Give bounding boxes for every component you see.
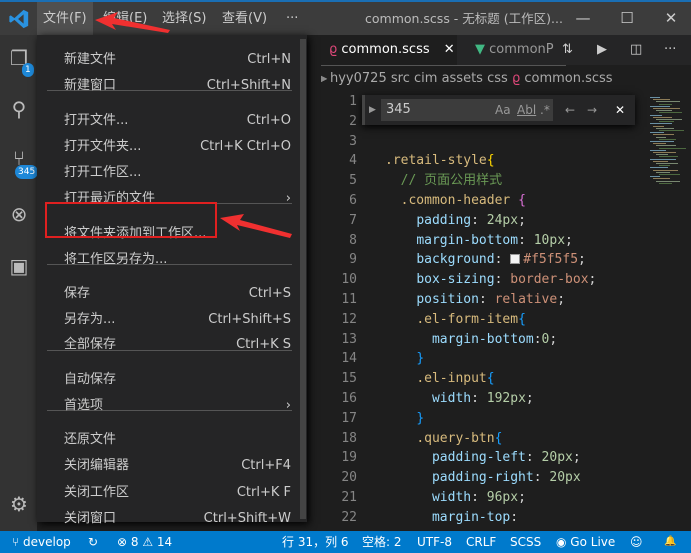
annotation-overlay <box>45 12 292 238</box>
highlight-box <box>45 202 217 238</box>
arrow-annotation <box>220 214 292 238</box>
arrow-annotation <box>95 12 170 33</box>
